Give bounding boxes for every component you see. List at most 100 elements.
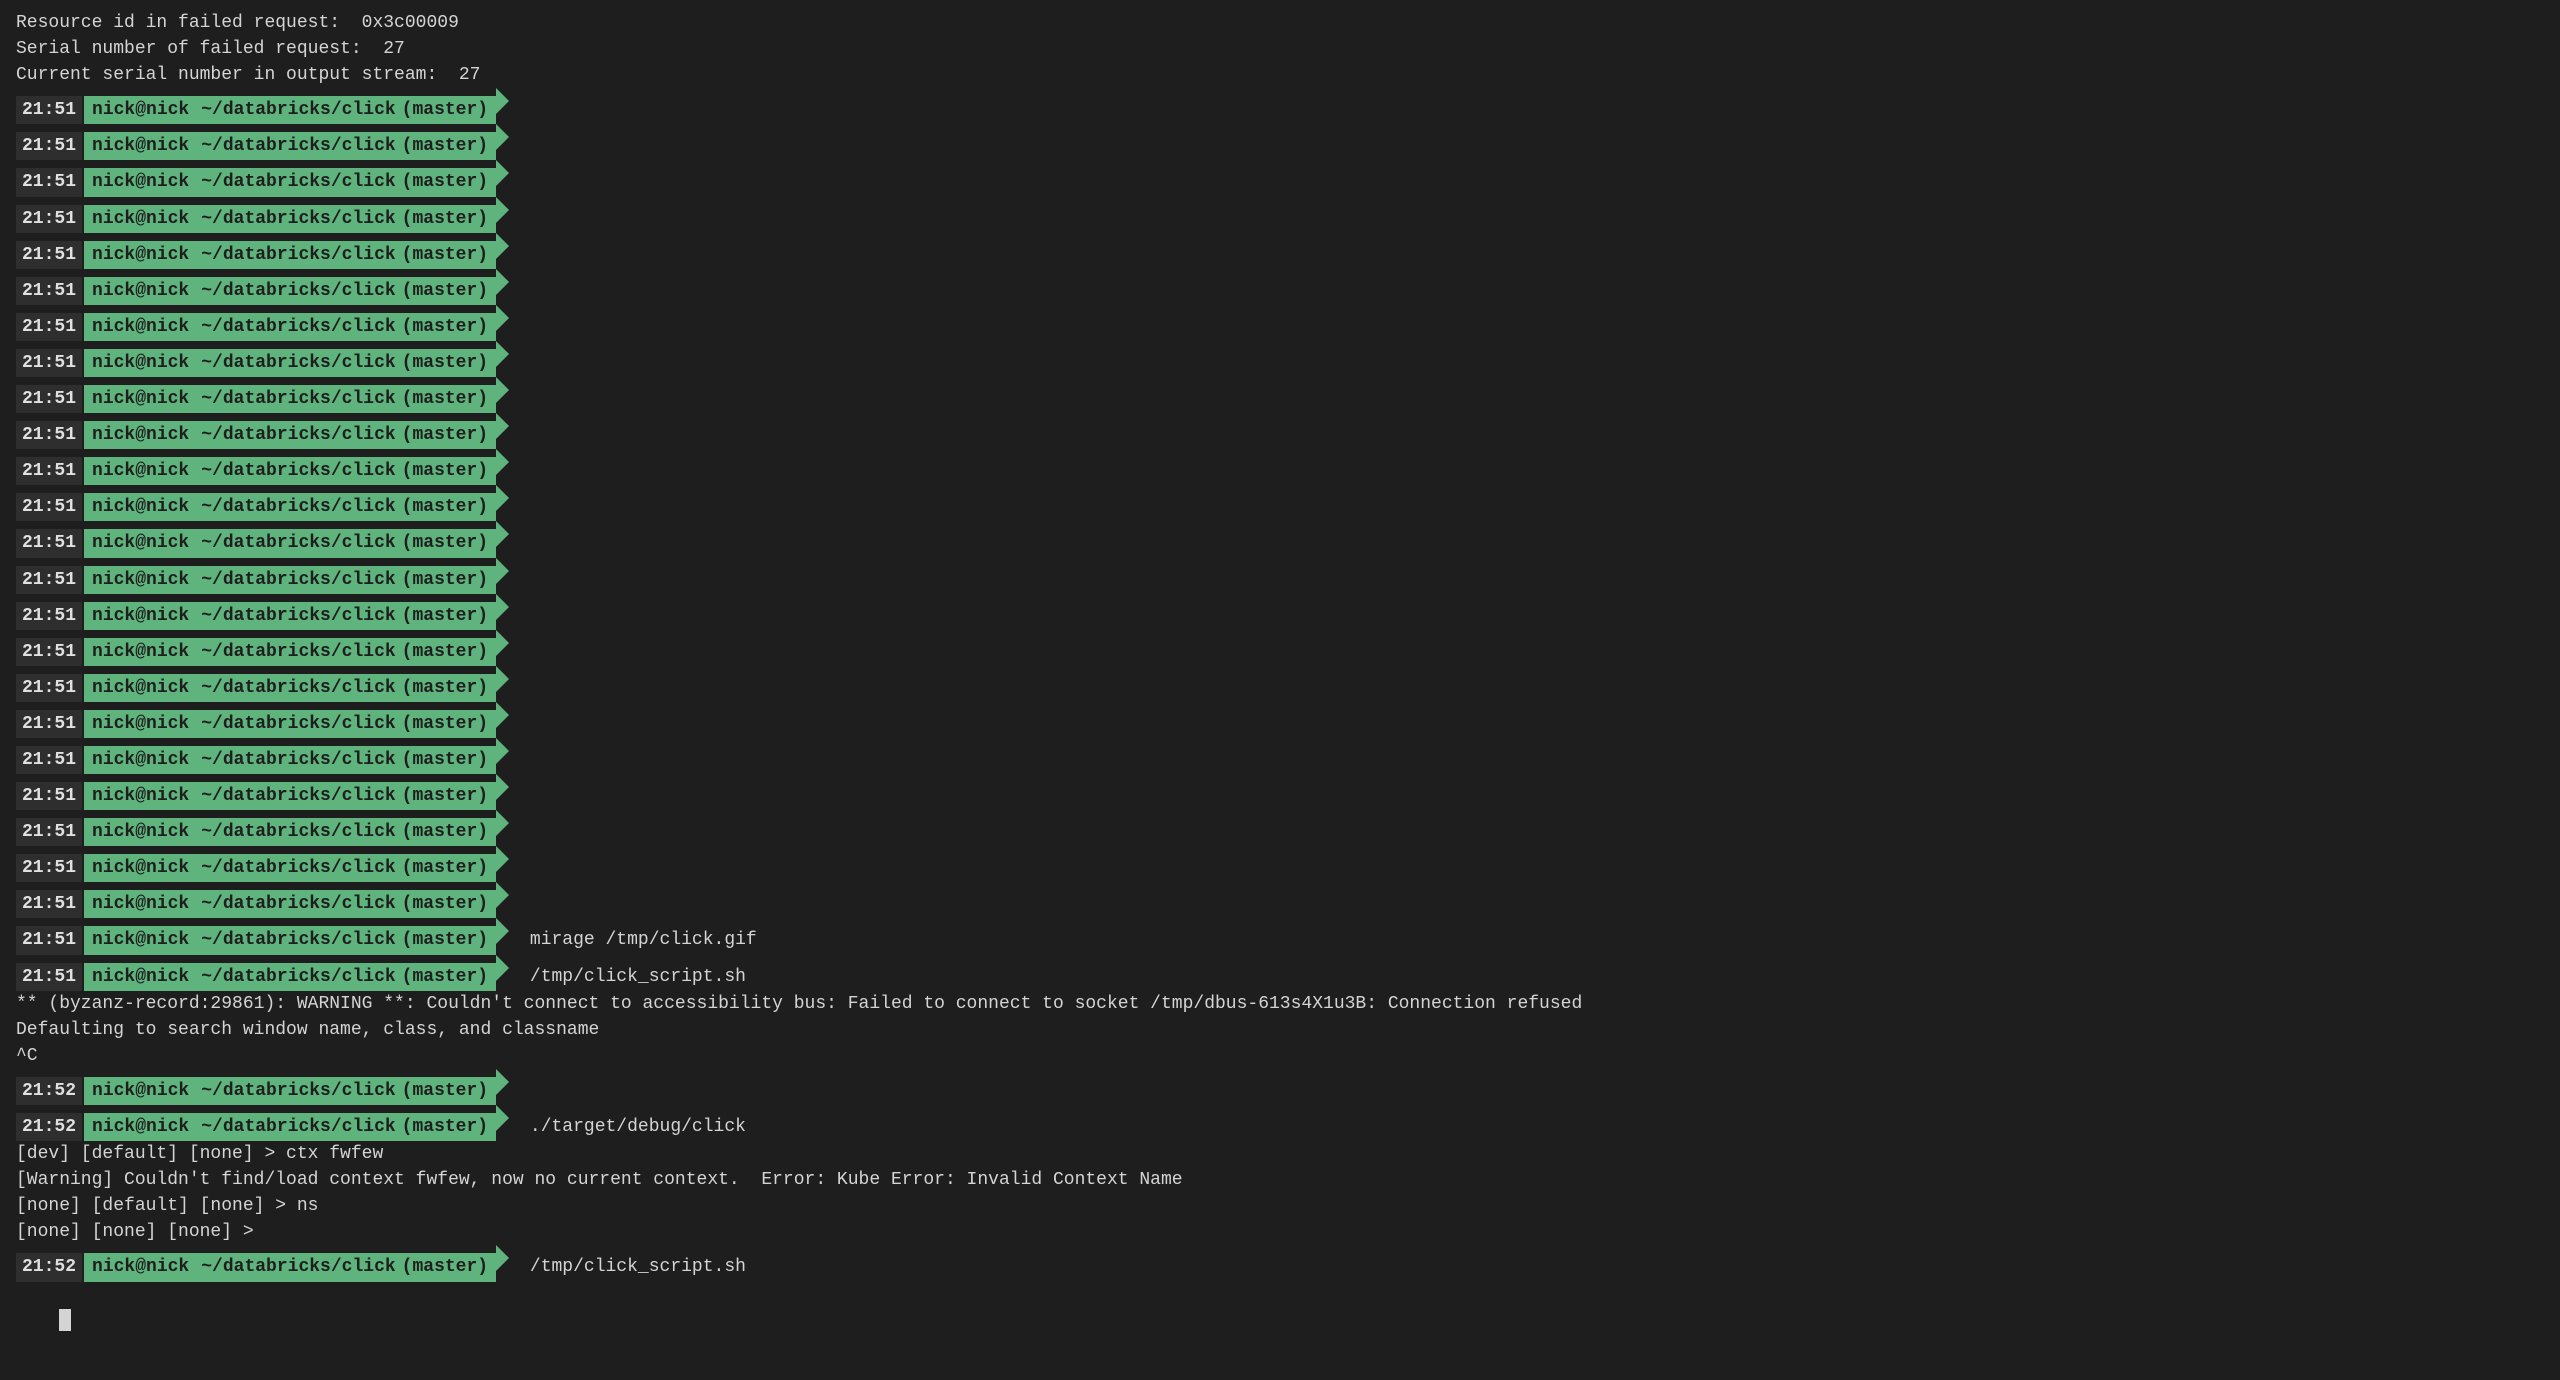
prompt-branch: (master) <box>402 458 496 484</box>
prompt-separator <box>496 88 509 114</box>
prompt-time: 21:51 <box>16 132 82 160</box>
command-text: mirage /tmp/click.gif <box>511 927 757 953</box>
prompt-user: nick@nick <box>84 458 195 484</box>
prompt-user: nick@nick <box>84 567 195 593</box>
prompt-user: nick@nick <box>84 891 195 917</box>
command-text: /tmp/click_script.sh <box>511 1254 746 1280</box>
prompt-time: 21:51 <box>16 96 82 124</box>
prompt-user: nick@nick <box>84 855 195 881</box>
prompt-separator <box>496 1069 509 1095</box>
prompt-user: nick@nick <box>84 639 195 665</box>
prompt-row: 21:51 nick@nick~/databricks/click(master… <box>0 955 2560 991</box>
prompt-path: ~/databricks/click <box>195 422 401 448</box>
prompt-row: 21:51 nick@nick~/databricks/click(master… <box>0 774 2560 810</box>
prompt-branch: (master) <box>402 386 496 412</box>
prompt-user: nick@nick <box>84 1254 195 1280</box>
prompt-separator <box>496 197 509 223</box>
prompt-branch: (master) <box>402 97 496 123</box>
prompt-branch: (master) <box>402 350 496 376</box>
prompt-separator <box>496 160 509 186</box>
prompt-branch: (master) <box>402 567 496 593</box>
prompt-time: 21:52 <box>16 1113 82 1141</box>
prompt-user: nick@nick <box>84 964 195 990</box>
prompt-branch: (master) <box>402 1254 496 1280</box>
warning-context-line: [Warning] Couldn't find/load context fwf… <box>0 1167 2560 1193</box>
prompt-branch: (master) <box>402 891 496 917</box>
prompt-branch: (master) <box>402 242 496 268</box>
prompt-path: ~/databricks/click <box>195 350 401 376</box>
prompt-branch: (master) <box>402 1078 496 1104</box>
prompt-user: nick@nick <box>84 278 195 304</box>
prompt-branch: (master) <box>402 278 496 304</box>
prompt-time: 21:51 <box>16 385 82 413</box>
cursor-line <box>0 1282 2560 1360</box>
prompt-separator <box>496 702 509 728</box>
prompt-time: 21:51 <box>16 168 82 196</box>
prompt-time: 21:52 <box>16 1077 82 1105</box>
prompt-time: 21:51 <box>16 963 82 991</box>
prompt-separator <box>496 521 509 547</box>
command-text: /tmp/click_script.sh <box>511 964 746 990</box>
prompt-branch: (master) <box>402 711 496 737</box>
prompt-row: 21:51 nick@nick~/databricks/click(master… <box>0 882 2560 918</box>
prompt-branch: (master) <box>402 964 496 990</box>
prompt-row: 21:51 nick@nick~/databricks/click(master… <box>0 341 2560 377</box>
prompt-path: ~/databricks/click <box>195 567 401 593</box>
prompt-separator <box>496 955 509 981</box>
dev-prompt-line: [dev] [default] [none] > ctx fwfew <box>0 1141 2560 1167</box>
prompt-path: ~/databricks/click <box>195 278 401 304</box>
prompt-time: 21:51 <box>16 241 82 269</box>
prompt-user: nick@nick <box>84 783 195 809</box>
prompt-branch: (master) <box>402 639 496 665</box>
prompt-time: 21:52 <box>16 1253 82 1281</box>
prompt-path: ~/databricks/click <box>195 530 401 556</box>
prompt-separator <box>496 846 509 872</box>
prompt-separator <box>496 233 509 259</box>
prompt-separator <box>496 918 509 944</box>
prompt-separator <box>496 377 509 403</box>
prompt-row: 21:51 nick@nick~/databricks/click(master… <box>0 558 2560 594</box>
prompt-user: nick@nick <box>84 1078 195 1104</box>
prompt-row: 21:51 nick@nick~/databricks/click(master… <box>0 846 2560 882</box>
prompt-branch: (master) <box>402 530 496 556</box>
prompt-row: 21:52 nick@nick~/databricks/click(master… <box>0 1245 2560 1281</box>
prompt-separator <box>496 124 509 150</box>
prompt-user: nick@nick <box>84 927 195 953</box>
prompt-time: 21:51 <box>16 205 82 233</box>
prompt-path: ~/databricks/click <box>195 1254 401 1280</box>
prompt-branch: (master) <box>402 133 496 159</box>
terminal: Resource id in failed request: 0x3c00009… <box>0 0 2560 1380</box>
prompt-time: 21:51 <box>16 926 82 954</box>
prompt-path: ~/databricks/click <box>195 314 401 340</box>
prompt-time: 21:51 <box>16 457 82 485</box>
prompt-user: nick@nick <box>84 133 195 159</box>
prompt-path: ~/databricks/click <box>195 783 401 809</box>
prompt-time: 21:51 <box>16 782 82 810</box>
prompt-row: 21:51 nick@nick~/databricks/click(master… <box>0 233 2560 269</box>
prompt-time: 21:51 <box>16 313 82 341</box>
prompt-time: 21:51 <box>16 421 82 449</box>
warning-line-2: Defaulting to search window name, class,… <box>0 1017 2560 1043</box>
prompt-time: 21:51 <box>16 602 82 630</box>
prompt-row: 21:51 nick@nick~/databricks/click(master… <box>0 377 2560 413</box>
prompt-path: ~/databricks/click <box>195 603 401 629</box>
prompt-row: 21:51 nick@nick~/databricks/click(master… <box>0 305 2560 341</box>
prompt-row: 21:51 nick@nick~/databricks/click(master… <box>0 88 2560 124</box>
prompt-row: 21:51 nick@nick~/databricks/click(master… <box>0 269 2560 305</box>
prompt-branch: (master) <box>402 314 496 340</box>
prompt-branch: (master) <box>402 927 496 953</box>
prompt-time: 21:51 <box>16 890 82 918</box>
prompt-row: 21:52 nick@nick~/databricks/click(master… <box>0 1105 2560 1141</box>
prompt-branch: (master) <box>402 855 496 881</box>
prompt-separator <box>496 269 509 295</box>
prompt-time: 21:51 <box>16 566 82 594</box>
prompt-row: 21:51 nick@nick~/databricks/click(master… <box>0 666 2560 702</box>
prompt-path: ~/databricks/click <box>195 206 401 232</box>
none-prompt-1: [none] [default] [none] > ns <box>0 1193 2560 1219</box>
none-prompt-2: [none] [none] [none] > <box>0 1219 2560 1245</box>
prompt-time: 21:51 <box>16 710 82 738</box>
prompt-path: ~/databricks/click <box>195 964 401 990</box>
prompt-time: 21:51 <box>16 638 82 666</box>
prompt-separator <box>496 630 509 656</box>
prompt-row: 21:51 nick@nick~/databricks/click(master… <box>0 810 2560 846</box>
